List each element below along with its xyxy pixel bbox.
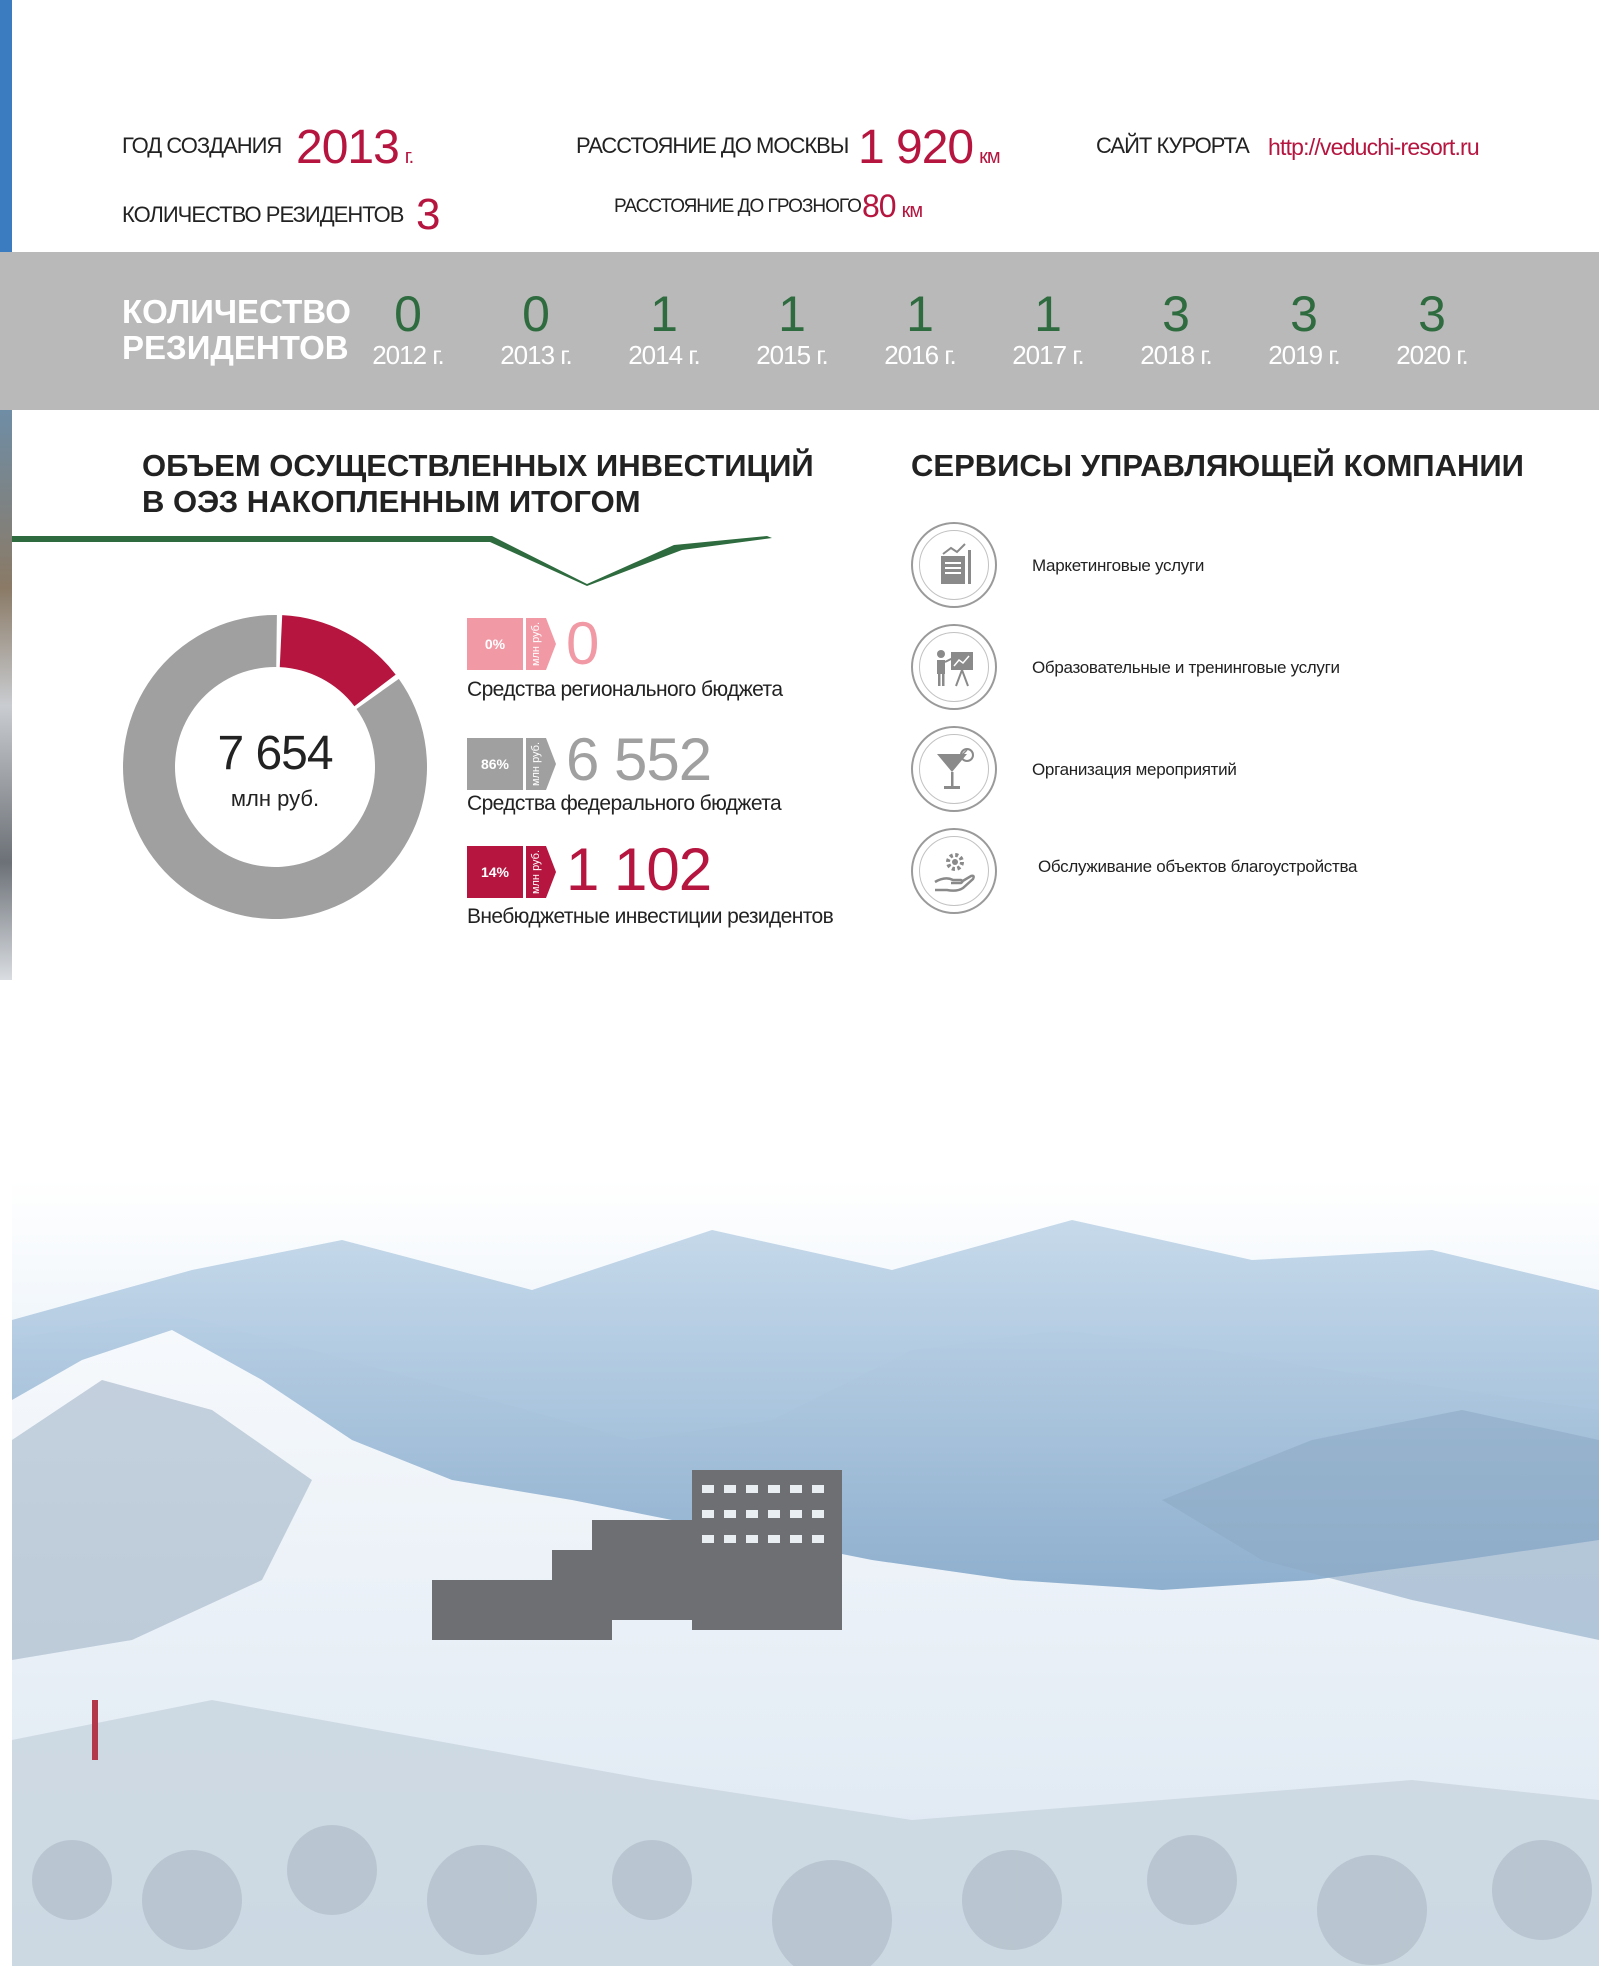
- residents-item-2013: 0 2013 г.: [500, 286, 573, 370]
- legend-pct-extrabudget: 14%: [467, 846, 523, 898]
- residents-bar-title: КОЛИЧЕСТВО РЕЗИДЕНТОВ: [122, 293, 351, 366]
- residents-item-2015: 1 2015 г.: [756, 286, 829, 370]
- service-label-maintenance: Обслуживание объектов благоустройства: [1038, 857, 1358, 876]
- legend-unit-tag-regional: млн руб.: [526, 618, 546, 670]
- service-label-training: Образовательные и тренинговые услуги: [1032, 658, 1340, 677]
- heading-underline-arrow: [12, 536, 772, 586]
- year-value: 2013 г.: [296, 121, 414, 174]
- legend-label-extrabudget: Внебюджетные инвестиции резидентов: [467, 905, 834, 928]
- residents-item-2012: 0 2012 г.: [372, 286, 445, 370]
- residents-item-2018: 3 2018 г.: [1140, 286, 1213, 370]
- residents-item-2014: 1 2014 г.: [628, 286, 701, 370]
- legend-value-extrabudget: 1 102: [566, 836, 712, 903]
- legend-arrow-extrabudget: [546, 846, 556, 898]
- residents-label: КОЛИЧЕСТВО РЕЗИДЕНТОВ: [122, 202, 404, 227]
- legend-label-regional: Средства регионального бюджета: [467, 678, 783, 701]
- legend-arrow-regional: [546, 618, 556, 670]
- site-label: САЙТ КУРОРТА: [1096, 133, 1250, 158]
- residents-item-2017: 1 2017 г.: [1012, 286, 1085, 370]
- legend-unit-tag-federal: млн руб.: [526, 738, 546, 790]
- residents-value: 3: [416, 190, 441, 239]
- residents-item-2020: 3 2020 г.: [1396, 286, 1469, 370]
- grozny-label: РАССТОЯНИЕ ДО ГРОЗНОГО: [614, 196, 862, 217]
- moscow-value: 1 920 км: [858, 121, 1001, 174]
- residents-item-2016: 1 2016 г.: [884, 286, 957, 370]
- cocktail-icon: [911, 726, 997, 812]
- legend-pct-federal: 86%: [467, 738, 523, 790]
- legend-pct-regional: 0%: [467, 618, 523, 670]
- donut-total-value: 7 654: [217, 727, 333, 780]
- residents-item-2019: 3 2019 г.: [1268, 286, 1341, 370]
- training-icon: [911, 624, 997, 710]
- service-label-events: Организация мероприятий: [1032, 760, 1237, 779]
- legend-label-federal: Средства федерального бюджета: [467, 792, 782, 815]
- gear-hand-icon: [911, 828, 997, 914]
- year-label: ГОД СОЗДАНИЯ: [122, 133, 282, 158]
- legend-arrow-federal: [546, 738, 556, 790]
- donut-total-unit: млн руб.: [230, 786, 320, 811]
- investments-heading: ОБЪЕМ ОСУЩЕСТВЛЕННЫХ ИНВЕСТИЦИЙ В ОЭЗ НА…: [142, 448, 814, 519]
- site-link[interactable]: http://veduchi-resort.ru: [1268, 134, 1480, 161]
- left-photo-strip: [0, 0, 12, 980]
- mountain-resort-photo: [12, 1180, 1599, 1966]
- legend-value-federal: 6 552: [566, 726, 712, 793]
- service-label-marketing: Маркетинговые услуги: [1032, 556, 1205, 575]
- moscow-label: РАССТОЯНИЕ ДО МОСКВЫ: [576, 133, 849, 158]
- legend-value-regional: 0: [566, 610, 599, 677]
- donut-segment-2: [279, 615, 396, 707]
- marketing-icon: [911, 522, 997, 608]
- services-heading: СЕРВИСЫ УПРАВЛЯЮЩЕЙ КОМПАНИИ: [911, 448, 1524, 483]
- grozny-value: 80 км: [862, 188, 923, 224]
- legend-unit-tag-extrabudget: млн руб.: [526, 846, 546, 898]
